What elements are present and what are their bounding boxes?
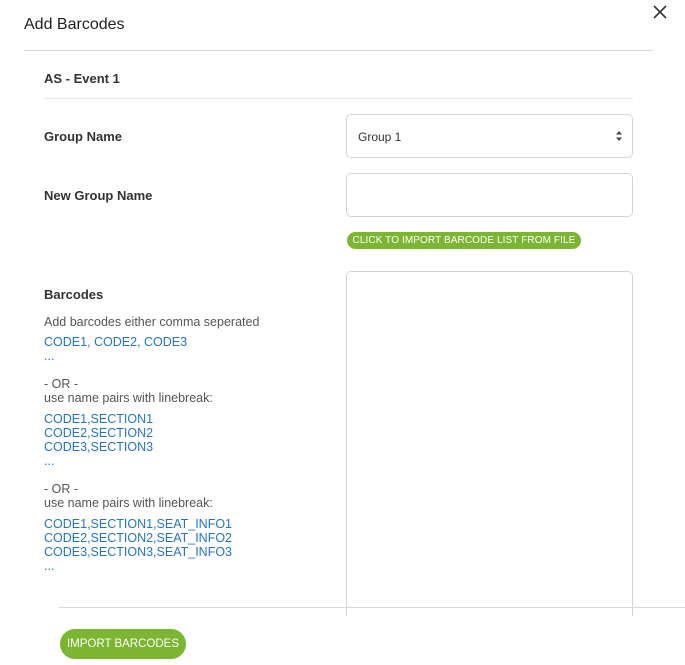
add-barcodes-modal: Add Barcodes AS - Event 1 Group Name Gro…: [0, 0, 685, 665]
or-separator: - OR -: [44, 482, 79, 496]
new-group-name-label: New Group Name: [44, 188, 153, 203]
barcodes-label: Barcodes: [44, 287, 104, 302]
example-line: CODE2,SECTION2: [44, 426, 154, 440]
modal-title: Add Barcodes: [24, 16, 125, 33]
example-line: CODE1,SECTION1,SEAT_INFO1: [44, 517, 233, 531]
example-line: CODE1, CODE2, CODE3: [44, 335, 188, 349]
example-line: CODE3,SECTION3: [44, 440, 154, 454]
header-divider: [24, 50, 653, 51]
footer-divider: [59, 607, 685, 608]
or-separator: - OR -: [44, 377, 79, 391]
event-divider: [44, 98, 633, 99]
select-arrows-icon: [616, 131, 622, 141]
close-button[interactable]: [651, 3, 669, 21]
new-group-name-input[interactable]: [346, 173, 633, 217]
example-line: ...: [44, 454, 55, 468]
pairs-label: use name pairs with linebreak:: [44, 496, 213, 510]
example-line: CODE1,SECTION1: [44, 412, 154, 426]
example-line: ...: [44, 559, 55, 573]
example-line: CODE3,SECTION3,SEAT_INFO3: [44, 545, 233, 559]
example-line: CODE2,SECTION2,SEAT_INFO2: [44, 531, 233, 545]
import-barcodes-button[interactable]: IMPORT BARCODES: [60, 629, 186, 659]
close-icon: [653, 5, 667, 19]
instructions-intro: Add barcodes either comma seperated: [44, 315, 260, 329]
group-name-select[interactable]: Group 1: [346, 114, 633, 158]
barcodes-textarea[interactable]: [346, 271, 633, 616]
group-name-selected-value: Group 1: [358, 130, 402, 144]
group-name-label: Group Name: [44, 129, 123, 144]
pairs-label: use name pairs with linebreak:: [44, 391, 213, 405]
example-line: ...: [44, 349, 55, 363]
event-name: AS - Event 1: [44, 71, 120, 86]
barcode-instructions: Add barcodes either comma seperated CODE…: [44, 315, 334, 573]
import-from-file-button[interactable]: CLICK TO IMPORT BARCODE LIST FROM FILE: [347, 232, 581, 249]
